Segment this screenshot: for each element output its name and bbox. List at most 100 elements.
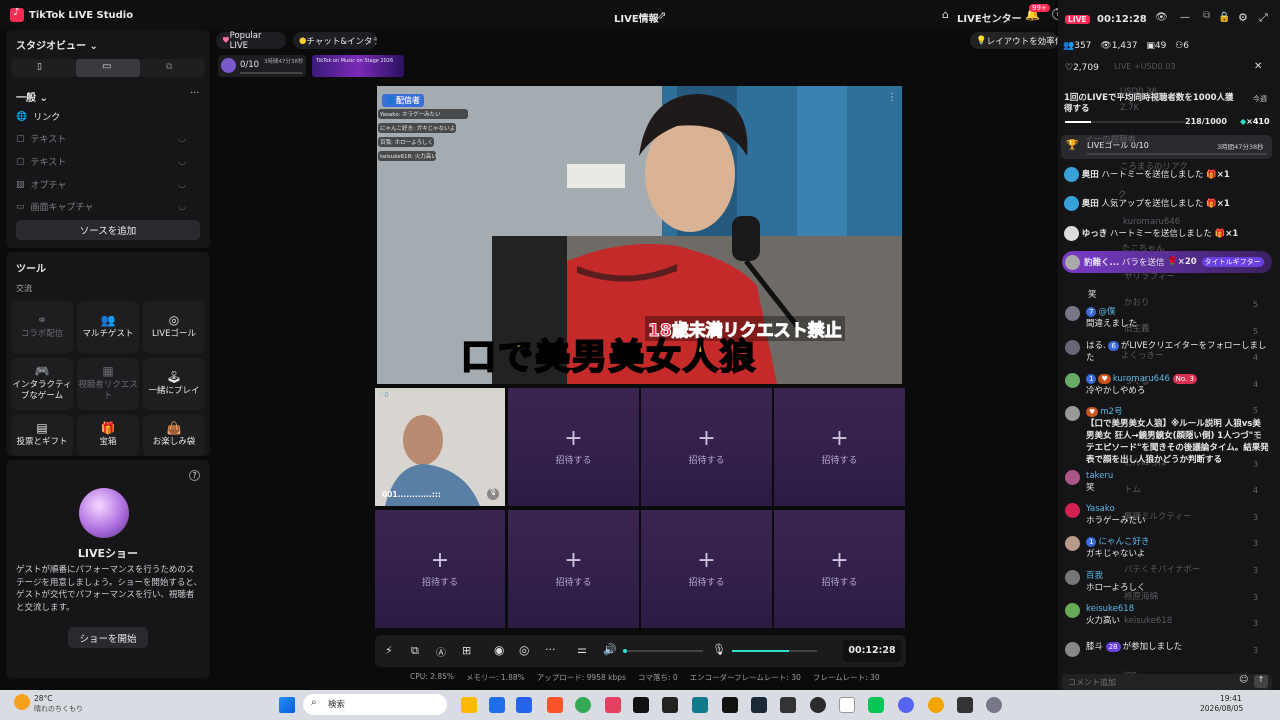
avatar [1065, 406, 1080, 421]
eye-off-icon[interactable]: ◡ [178, 202, 186, 212]
broadcaster-video[interactable]: 👤配信者 ⋮ Yasako: ホラゲーみたい にゃんこ好き: ガキじゃないよ 百… [377, 86, 902, 384]
tool-treasure-box[interactable]: 🎁 宝箱 [77, 415, 139, 456]
source-item-link[interactable]: 🌐 リンク [16, 110, 200, 124]
eye-off-icon[interactable]: ◡ [178, 157, 186, 167]
minimize-icon[interactable]: — [1180, 12, 1190, 23]
start-show-button[interactable]: ショーを開始 [68, 627, 148, 648]
brave-icon[interactable] [547, 697, 563, 713]
more-icon[interactable]: ··· [190, 88, 200, 99]
tool-play-together[interactable]: 🕹 一緒にプレイ [143, 358, 205, 410]
gamepad-icon: 🎮 [34, 364, 50, 378]
ai-icon[interactable]: Ⓐ [436, 644, 446, 659]
line-icon[interactable] [868, 697, 884, 713]
plus-icon: + [697, 425, 716, 451]
tool-live-goal[interactable]: ◎ LIVEゴール [143, 301, 205, 353]
weather-icon[interactable] [14, 694, 30, 710]
invite-slot[interactable]: + 招待する [508, 510, 639, 628]
capture-icon[interactable]: ◎ [519, 643, 529, 657]
tool-poll-gift[interactable]: ▤ 投票とギフト [11, 415, 73, 456]
app-icon[interactable] [839, 697, 855, 713]
tool-interactive-game[interactable]: 🎮 インタラクティブなゲーム [11, 358, 73, 410]
app-icon[interactable] [692, 697, 708, 713]
speaker-volume-slider[interactable] [623, 649, 703, 653]
eye-icon[interactable]: 👁 [1155, 12, 1168, 23]
popular-live-tab[interactable]: ♥ Popular LIVE [216, 31, 286, 51]
close-icon[interactable]: ✕ [1254, 61, 1262, 72]
source-item-text-2[interactable]: ▢ テキスト ◡ [16, 155, 186, 169]
lock-icon[interactable]: 🔒 [1218, 12, 1230, 23]
send-icon[interactable]: ↑ [1254, 675, 1268, 688]
chrome-icon[interactable] [575, 697, 591, 713]
invite-slot[interactable]: + 招待する [641, 388, 772, 506]
tiktok-icon[interactable] [633, 697, 649, 713]
tool-collab[interactable]: ⚭ コラボ配信 [11, 301, 73, 353]
app-icon[interactable] [516, 697, 532, 713]
goal-widget[interactable]: 0/10 3時間47分38秒 [218, 55, 306, 77]
app-icon[interactable] [780, 697, 796, 713]
app-icon[interactable] [928, 697, 944, 713]
steam-icon[interactable] [751, 697, 767, 713]
challenge-progress-fill [1065, 121, 1091, 123]
speaker-icon[interactable]: 🔊 [603, 643, 617, 656]
start-menu-icon[interactable] [279, 697, 295, 713]
eye-off-icon[interactable]: ◡ [178, 134, 186, 144]
discord-icon[interactable] [898, 697, 914, 713]
more-icon[interactable]: ⋮ [887, 92, 897, 103]
mic-icon[interactable]: 🎙 [487, 488, 499, 500]
share-icon[interactable]: ⇗ [657, 9, 666, 22]
magic-icon[interactable]: ⚡ [385, 644, 393, 657]
popout-icon[interactable]: ⧉ [1203, 10, 1210, 21]
comment-box[interactable]: コメント追加 ☺ ↑ [1062, 674, 1272, 690]
landscape-tab[interactable]: ▭ [76, 59, 140, 77]
expand-icon[interactable]: ⤢ [1259, 11, 1268, 25]
guest-slot-1[interactable]: ♡0 001............::: 🎙 [375, 388, 505, 506]
tool-viewer-request[interactable]: ▦ 視聴者リクエスト [77, 358, 139, 410]
home-icon[interactable]: ⌂ [942, 8, 949, 21]
chat-interaction-tab[interactable]: ● チャット&インタラクション [293, 32, 377, 49]
mic-volume-slider[interactable] [732, 650, 817, 652]
add-source-button[interactable]: ソースを追加 [16, 220, 200, 240]
record-icon[interactable]: ◉ [494, 643, 504, 657]
store-icon[interactable] [489, 697, 505, 713]
folder-icon[interactable] [461, 697, 477, 713]
tool-lucky-bag[interactable]: 👜 お楽しみ袋 [143, 415, 205, 456]
gift-icon: 🎁 [1206, 199, 1217, 209]
source-item-screen-capture[interactable]: ▭ 画面キャプチャ ◡ [16, 200, 186, 214]
invite-slot[interactable]: + 招待する [774, 388, 905, 506]
taskbar-search[interactable]: ⌕ 検索 [303, 694, 447, 715]
tool-multi-guest[interactable]: 👥 マルチゲスト [77, 301, 139, 353]
gear-icon[interactable]: ⚙ [1238, 11, 1248, 24]
app-icon[interactable] [605, 697, 621, 713]
promo-banner[interactable]: TikTok on Music on Stage 2026 [312, 55, 404, 77]
slider-handle[interactable] [623, 649, 627, 653]
app-icon[interactable] [722, 697, 738, 713]
app-icon[interactable] [957, 697, 973, 713]
comment-input[interactable]: コメント追加 [1068, 677, 1116, 688]
settings-icon[interactable] [986, 697, 1002, 713]
settings-sliders-icon[interactable]: ⚌ [577, 643, 587, 656]
dual-screen-icon[interactable]: ⧉ [166, 62, 172, 72]
general-section[interactable]: 一般 ⌄ [16, 89, 48, 104]
live-info-title[interactable]: LIVE情報 [614, 10, 659, 25]
help-icon[interactable]: ? [189, 470, 200, 481]
portrait-icon[interactable]: ▯ [37, 62, 42, 72]
invite-slot[interactable]: + 招待する [375, 510, 505, 628]
invite-slot[interactable]: + 招待する [508, 388, 639, 506]
invite-slot[interactable]: + 招待する [641, 510, 772, 628]
effects-icon[interactable]: ⧉ [411, 644, 419, 658]
more-icon[interactable]: ··· [545, 643, 556, 656]
weather-desc: 晴れのちくもり [34, 705, 83, 713]
app-icon[interactable] [662, 697, 678, 713]
layout-tip[interactable]: 💡 レイアウトを効率化 [970, 32, 1058, 49]
eye-off-icon[interactable]: ◡ [178, 180, 186, 190]
emoji-icon[interactable]: ☺ [1239, 675, 1248, 685]
invite-slot[interactable]: + 招待する [774, 510, 905, 628]
avatar [1065, 570, 1080, 585]
source-item-openchat[interactable]: ▨ オプチャ ◡ [16, 178, 186, 192]
studio-view-title[interactable]: スタジオビュー ⌄ [16, 37, 98, 52]
microphone-icon[interactable]: 🎙 [712, 643, 726, 656]
obs-icon[interactable] [810, 697, 826, 713]
source-item-text-1[interactable]: ▢ テキスト ◡ [16, 132, 186, 146]
add-media-icon[interactable]: ⊞ [462, 644, 471, 657]
live-center-link[interactable]: LIVEセンター [957, 10, 1022, 25]
